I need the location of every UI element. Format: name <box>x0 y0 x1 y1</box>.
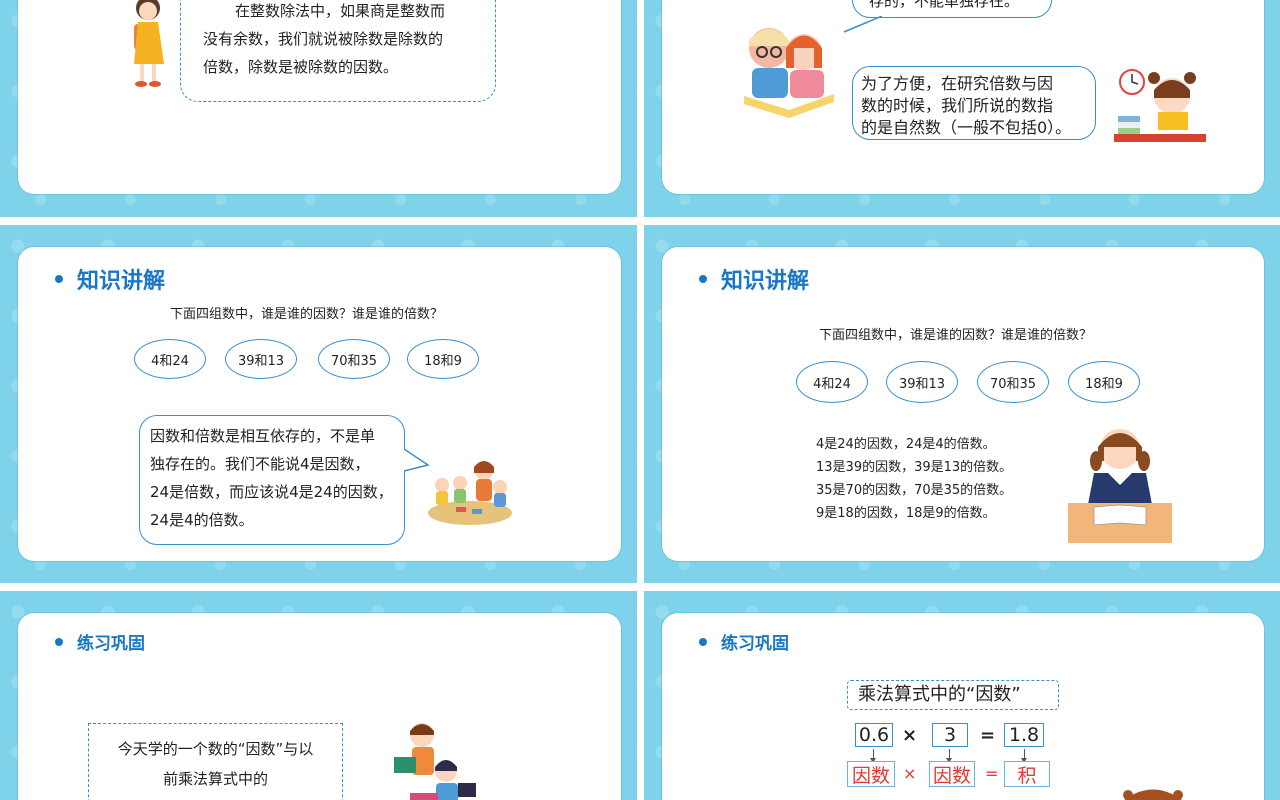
factor-1-label: 因数 <box>847 761 895 787</box>
interdependence-line-2: 独存在的。我们不能说4是因数， <box>150 455 370 473</box>
slide-5[interactable]: 练习巩固 今天学的一个数的“因数”与以 前乘法算式中的 <box>0 591 637 800</box>
bullet-dot <box>55 637 63 646</box>
slide-5-heading-text: 练习巩固 <box>77 634 145 654</box>
interdependence-line-1: 因数和倍数是相互依存的，不是单 <box>150 427 376 445</box>
top-speech-bubble: 存的，不能单独存在。 <box>852 0 1052 18</box>
slide-4-heading: 知识讲解 <box>699 263 809 295</box>
factor-2-label: 因数 <box>929 761 975 787</box>
natural-line-2: 数的时候，我们所说的数指 <box>861 96 1054 115</box>
equals-sign-red: = <box>985 764 999 783</box>
speech-tail <box>843 16 882 33</box>
kids-reading-illustration <box>744 28 834 118</box>
slide-2[interactable]: 存的，不能单独存在。 为了方便，在研究倍数与因 数的时候，我们所说的数指 的是自… <box>644 0 1280 217</box>
student-writing-illustration <box>1068 429 1172 543</box>
practice-line-1: 今天学的一个数的“因数”与以 <box>117 740 314 758</box>
slide-4-question: 下面四组数中，谁是谁的因数？谁是谁的倍数？ <box>819 328 1093 343</box>
interdependence-line-3: 24是倍数，而应该说4是24的因数， <box>150 483 393 501</box>
natural-line-3: 的是自然数（一般不包括0）。 <box>861 118 1072 137</box>
fact-item-1: 4是24的因数，24是4的倍数。 <box>816 437 996 452</box>
bullet-dot <box>699 637 707 646</box>
girl-desk-clock-illustration <box>1114 69 1206 142</box>
product-value: 1.8 <box>1004 723 1044 747</box>
equals-sign: = <box>980 725 996 746</box>
multiplication-factor-title: 乘法算式中的“因数” <box>847 680 1059 710</box>
practice-line-2: 前乘法算式中的 <box>162 770 268 788</box>
interdependence-bubble: 因数和倍数是相互依存的，不是单 独存在的。我们不能说4是因数， 24是倍数，而应… <box>139 415 405 545</box>
slide-3[interactable]: 知识讲解 下面四组数中，谁是谁的因数？谁是谁的倍数？ 4和24 39和13 70… <box>0 225 637 583</box>
pair-oval-1[interactable]: 4和24 <box>796 361 868 403</box>
definition-line-3: 倍数，除数是被除数的因数。 <box>203 58 399 76</box>
pair-oval-2[interactable]: 39和13 <box>225 339 297 379</box>
factor-2-value: 3 <box>932 723 968 747</box>
product-label: 积 <box>1004 761 1050 787</box>
natural-number-bubble: 为了方便，在研究倍数与因 数的时候，我们所说的数指 的是自然数（一般不包括0）。 <box>852 66 1096 140</box>
factor-1-value: 0.6 <box>855 723 893 747</box>
slide-4-heading-text: 知识讲解 <box>721 269 810 294</box>
bullet-dot <box>55 275 63 283</box>
slide-4[interactable]: 知识讲解 下面四组数中，谁是谁的因数？谁是谁的倍数？ 4和24 39和13 70… <box>644 225 1280 583</box>
slide-1[interactable]: 在整数除法中，如果商是整数而 没有余数，我们就说被除数是除数的 倍数，除数是被除… <box>0 0 637 217</box>
definition-line-1: 在整数除法中，如果商是整数而 <box>235 2 446 20</box>
boys-reading-illustration <box>394 723 476 800</box>
arrow-down-icon <box>946 749 952 763</box>
pair-oval-2[interactable]: 39和13 <box>886 361 958 403</box>
slide-3-heading: 知识讲解 <box>55 263 165 295</box>
girl-backpack-illustration <box>134 0 164 87</box>
fact-item-3: 35是70的因数，70是35的倍数。 <box>816 483 1013 498</box>
slide-6-heading-text: 练习巩固 <box>721 634 789 654</box>
practice-question-box: 今天学的一个数的“因数”与以 前乘法算式中的 <box>88 723 343 800</box>
interdependence-line-4: 24是4的倍数。 <box>150 511 254 529</box>
times-sign: × <box>902 725 918 746</box>
bullet-dot <box>699 275 707 283</box>
times-sign-red: × <box>903 764 917 783</box>
natural-line-1: 为了方便，在研究倍数与因 <box>861 74 1054 93</box>
pair-oval-4[interactable]: 18和9 <box>407 339 479 379</box>
pair-oval-3[interactable]: 70和35 <box>977 361 1049 403</box>
definition-line-2: 没有余数，我们就说被除数是除数的 <box>203 30 444 48</box>
slide-3-heading-text: 知识讲解 <box>77 269 166 294</box>
fact-item-4: 9是18的因数，18是9的倍数。 <box>816 506 996 521</box>
pair-oval-1[interactable]: 4和24 <box>134 339 206 379</box>
slide-3-question: 下面四组数中，谁是谁的因数？谁是谁的倍数？ <box>170 307 444 322</box>
slide-5-heading: 练习巩固 <box>55 629 145 654</box>
slide-6[interactable]: 练习巩固 乘法算式中的“因数” 0.6 × 3 = 1.8 因数 × 因数 = … <box>644 591 1280 800</box>
definition-bubble: 在整数除法中，如果商是整数而 没有余数，我们就说被除数是除数的 倍数，除数是被除… <box>180 0 496 102</box>
girl-peeking-illustration <box>1123 789 1183 800</box>
pair-oval-4[interactable]: 18和9 <box>1068 361 1140 403</box>
slide-6-heading: 练习巩固 <box>699 629 789 654</box>
fact-list: 4是24的因数，24是4的倍数。 13是39的因数，39是13的倍数。 35是7… <box>816 433 1012 525</box>
fact-item-2: 13是39的因数，39是13的倍数。 <box>816 460 1013 475</box>
top-speech-text: 存的，不能单独存在。 <box>869 0 1020 10</box>
arrow-down-icon <box>1021 749 1027 763</box>
teacher-kids-table-illustration <box>428 461 512 525</box>
pair-oval-3[interactable]: 70和35 <box>318 339 390 379</box>
arrow-down-icon <box>870 749 876 763</box>
